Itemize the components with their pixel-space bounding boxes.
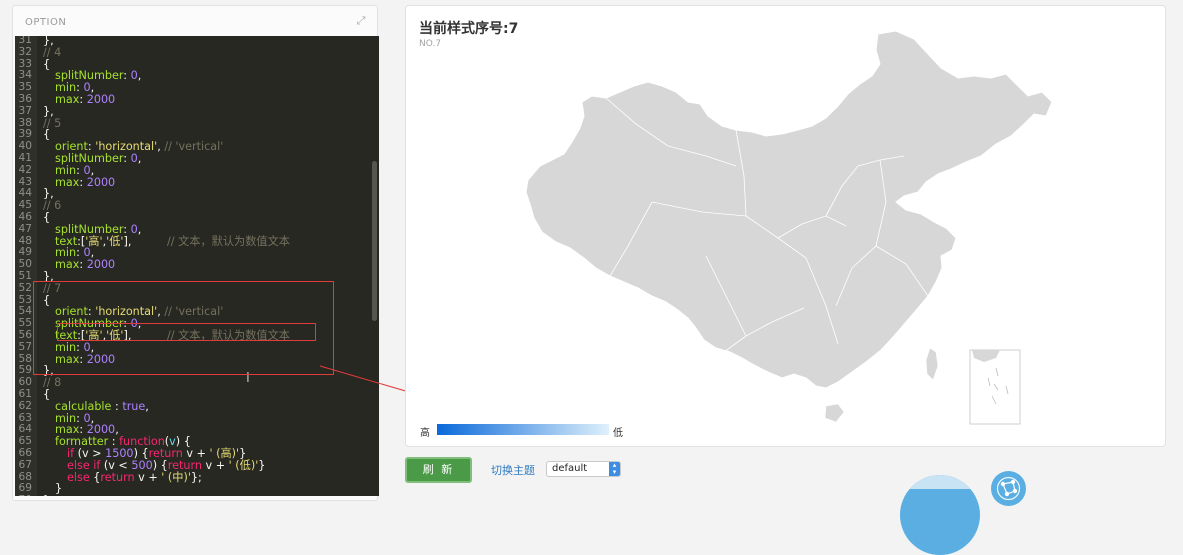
code-token: else (67, 470, 90, 484)
theme-select-value: default (552, 463, 588, 474)
hainan-region[interactable] (824, 403, 845, 423)
panel-header: OPTION ⤢ (13, 6, 377, 36)
south-china-sea-inset (969, 349, 1021, 425)
code-line[interactable]: 38// 5 (15, 117, 377, 130)
code-token: : (79, 93, 87, 106)
editor-scrollbar[interactable] (372, 161, 377, 321)
code-token: : (79, 258, 87, 272)
code-token: { (89, 470, 101, 484)
code-token: : (111, 399, 123, 413)
code-text: { (43, 389, 50, 401)
select-arrows-icon: ▴ ▾ (609, 462, 620, 476)
code-token: 2000 (86, 258, 116, 272)
chart-card: 当前样式序号:7 NO.7 高 低 (405, 5, 1166, 447)
code-text: max: 2000 (55, 259, 115, 271)
code-line[interactable]: 32// 4 (15, 45, 377, 59)
code-line[interactable]: 60// 8 (15, 376, 377, 389)
panel-title: OPTION (25, 17, 67, 28)
code-token: : (123, 69, 131, 83)
option-panel: OPTION ⤢ 31}, 32// 4 33{34 splitNumber: 0, 3… (12, 5, 379, 501)
code-token: { (43, 388, 51, 401)
code-token: { (43, 211, 51, 224)
visual-map-gradient-bar[interactable] (437, 424, 609, 435)
code-text: { (43, 129, 50, 141)
code-token: , (137, 69, 142, 83)
decorative-circle (900, 475, 980, 555)
code-token: { (43, 57, 51, 71)
code-token: , (145, 399, 149, 413)
code-token: // 'vertical' (164, 140, 224, 154)
share-network-icon[interactable] (991, 471, 1026, 506)
taiwan-region[interactable] (925, 347, 939, 381)
code-line[interactable]: 36 max: 2000 (15, 93, 377, 106)
code-text: }, (43, 495, 54, 496)
code-token: : (123, 152, 131, 165)
switch-theme-label: 切换主题 (491, 464, 535, 477)
refresh-button[interactable]: 刷 新 (405, 457, 472, 483)
code-token: true (122, 399, 146, 413)
line-number: 62 (18, 399, 32, 412)
code-token: }, (43, 494, 54, 496)
code-token: ' (低)' (228, 458, 259, 472)
code-token: 0 (130, 69, 138, 83)
code-token: , (137, 152, 142, 165)
code-line[interactable]: 68 else {return v + ' (中)'}; (15, 470, 377, 484)
code-line[interactable]: 43 max: 2000 (15, 175, 377, 189)
code-text: { (43, 212, 50, 224)
code-token: v + (134, 470, 162, 484)
code-text: max: 2000 (55, 175, 116, 189)
decorative-circle-band (900, 475, 980, 489)
code-line[interactable]: 45// 6 (15, 199, 377, 212)
code-line[interactable]: 69} (15, 483, 377, 495)
china-map[interactable] (406, 6, 1165, 446)
code-token: return (100, 470, 135, 484)
line-number: 37 (18, 104, 32, 117)
code-text: else {return v + ' (中)'}; (67, 470, 202, 484)
code-token: : (79, 175, 87, 189)
code-token: ' (中)' (161, 470, 191, 484)
code-token: 0 (130, 152, 138, 165)
line-number: 70 (15, 494, 32, 496)
code-token: max (55, 175, 80, 189)
line-number: 52 (18, 281, 32, 294)
code-token: max (55, 93, 80, 106)
code-text: } (55, 483, 62, 495)
line-number: 67 (18, 458, 32, 471)
code-text: max: 2000 (55, 94, 115, 106)
code-line[interactable]: 44}, (15, 188, 377, 200)
code-token: } (55, 482, 63, 496)
line-number: 32 (18, 45, 32, 58)
code-token: max (55, 258, 80, 272)
visual-map-low-label: 低 (613, 428, 623, 439)
expand-icon[interactable]: ⤢ (355, 15, 367, 27)
line-number: 42 (18, 163, 32, 176)
code-token: }; (190, 470, 202, 484)
code-token: // 文本，默认为数值文本 (166, 234, 290, 248)
line-number: 57 (18, 340, 32, 353)
code-text: { (43, 57, 51, 71)
line-number: 47 (18, 222, 32, 235)
highlight-box-text-line (57, 323, 316, 341)
code-token: ], (123, 234, 167, 248)
code-token: v + (201, 458, 229, 472)
code-line[interactable]: 50 max: 2000 (15, 258, 377, 271)
visual-map-high-label: 高 (420, 428, 430, 439)
code-line[interactable]: 70}, (15, 494, 377, 496)
theme-select[interactable]: default ▴ ▾ (546, 461, 621, 477)
code-line[interactable]: 31}, (15, 36, 377, 47)
code-token: 2000 (86, 93, 116, 106)
code-token: '低' (106, 234, 124, 248)
code-line[interactable]: 37}, (15, 104, 377, 118)
code-token: } (258, 458, 266, 472)
code-editor[interactable]: 31}, 32// 4 33{34 splitNumber: 0, 35 min: 0, 3… (15, 36, 379, 496)
code-token: 2000 (86, 175, 116, 189)
code-token: { (43, 128, 51, 142)
china-mainland[interactable] (525, 30, 1053, 389)
